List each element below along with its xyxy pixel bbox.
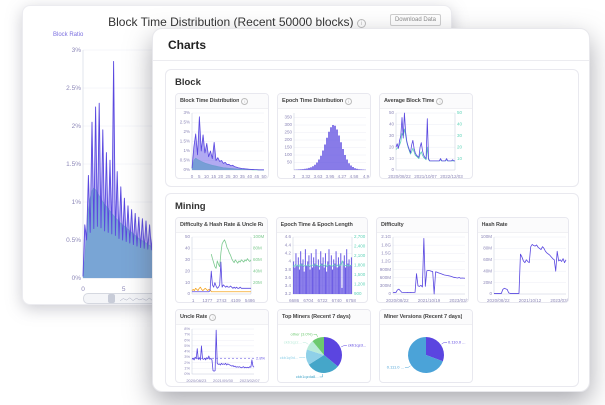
chart-card-miner-versions[interactable]: Miner Versions (Recent 7 days) bbox=[379, 309, 473, 383]
chart-card-hash-rate[interactable]: Hash Rate bbox=[477, 217, 570, 303]
y-axis-label: Block Ratio bbox=[53, 32, 83, 38]
chart-card-head: Difficulty bbox=[377, 218, 468, 233]
miner-versions-pie-chart[interactable] bbox=[380, 325, 472, 383]
chart-title: Block Time Distribution bbox=[180, 98, 239, 104]
epoch-time-epoch-length-chart[interactable] bbox=[277, 233, 369, 303]
chart-title: Hash Rate bbox=[482, 222, 508, 228]
block-charts-row: Block Time Distribution i Epoch Time Dis… bbox=[175, 93, 569, 179]
top-miners-pie-chart[interactable] bbox=[278, 325, 370, 383]
slider-handle-icon[interactable] bbox=[108, 294, 115, 303]
epoch-time-distribution-chart[interactable] bbox=[278, 109, 370, 179]
chart-title: Top Miners (Recent 7 days) bbox=[282, 314, 351, 320]
chart-card-block-time-distribution[interactable]: Block Time Distribution i bbox=[175, 93, 269, 179]
difficulty-hashrate-unclerate-chart[interactable] bbox=[176, 233, 268, 303]
chart-card-head: Epoch Time & Epoch Length bbox=[277, 218, 368, 233]
chart-card-uncle-rate[interactable]: Uncle Rate i bbox=[175, 309, 269, 383]
block-time-distribution-mini-chart[interactable] bbox=[176, 109, 268, 179]
chart-card-difficulty-hashrate-unclerate[interactable]: Difficulty & Hash Rate & Uncle Rate bbox=[175, 217, 268, 303]
chart-card-head: Block Time Distribution i bbox=[176, 94, 268, 109]
chart-card-head: Top Miners (Recent 7 days) bbox=[278, 310, 370, 325]
difficulty-chart[interactable] bbox=[377, 233, 469, 303]
hash-rate-chart[interactable] bbox=[478, 233, 570, 303]
chart-title: Epoch Time & Epoch Length bbox=[281, 222, 353, 228]
info-icon[interactable]: i bbox=[209, 314, 216, 321]
chart-card-top-miners[interactable]: Top Miners (Recent 7 days) bbox=[277, 309, 371, 383]
chart-card-head: Average Block Time i bbox=[380, 94, 472, 109]
mining-charts-row-2: Uncle Rate i Top Miners (Recent 7 days) … bbox=[175, 309, 569, 383]
chart-title: Average Block Time bbox=[384, 98, 434, 104]
charts-panel: Charts Block Block Time Distribution i E… bbox=[152, 28, 590, 392]
section-title-block: Block bbox=[175, 77, 569, 88]
section-title-mining: Mining bbox=[175, 201, 569, 212]
chart-title: Difficulty bbox=[381, 222, 404, 228]
page-title: Block Time Distribution (Recent 50000 bl… bbox=[108, 15, 353, 29]
chart-card-epoch-time-epoch-length[interactable]: Epoch Time & Epoch Length bbox=[276, 217, 369, 303]
chart-card-head: Difficulty & Hash Rate & Uncle Rate bbox=[176, 218, 267, 233]
average-block-time-chart[interactable] bbox=[380, 109, 472, 179]
chart-card-epoch-time-distribution[interactable]: Epoch Time Distribution i bbox=[277, 93, 371, 179]
chart-title: Difficulty & Hash Rate & Uncle Rate bbox=[180, 222, 263, 228]
chart-card-head: Epoch Time Distribution i bbox=[278, 94, 370, 109]
download-data-button[interactable]: Download Data bbox=[390, 14, 441, 26]
section-mining: Mining Difficulty & Hash Rate & Uncle Ra… bbox=[165, 193, 579, 387]
info-icon[interactable]: i bbox=[357, 19, 366, 28]
section-block: Block Block Time Distribution i Epoch Ti… bbox=[165, 69, 579, 187]
chart-card-head: Uncle Rate i bbox=[176, 310, 268, 325]
chart-card-head: Hash Rate bbox=[478, 218, 569, 233]
back-card-title-row: Block Time Distribution (Recent 50000 bl… bbox=[23, 15, 451, 29]
chart-title: Miner Versions (Recent 7 days) bbox=[384, 314, 462, 320]
chart-card-difficulty[interactable]: Difficulty bbox=[376, 217, 469, 303]
charts-header: Charts bbox=[153, 29, 589, 61]
info-icon[interactable]: i bbox=[345, 98, 352, 105]
chart-title: Epoch Time Distribution bbox=[282, 98, 343, 104]
info-icon[interactable]: i bbox=[241, 98, 248, 105]
chart-card-head: Miner Versions (Recent 7 days) bbox=[380, 310, 472, 325]
mining-charts-row-1: Difficulty & Hash Rate & Uncle Rate Epoc… bbox=[175, 217, 569, 303]
uncle-rate-chart[interactable] bbox=[176, 325, 268, 383]
page: Block Time Distribution (Recent 50000 bl… bbox=[0, 0, 605, 405]
chart-card-average-block-time[interactable]: Average Block Time i bbox=[379, 93, 473, 179]
chart-title: Uncle Rate bbox=[180, 314, 207, 320]
info-icon[interactable]: i bbox=[436, 98, 443, 105]
